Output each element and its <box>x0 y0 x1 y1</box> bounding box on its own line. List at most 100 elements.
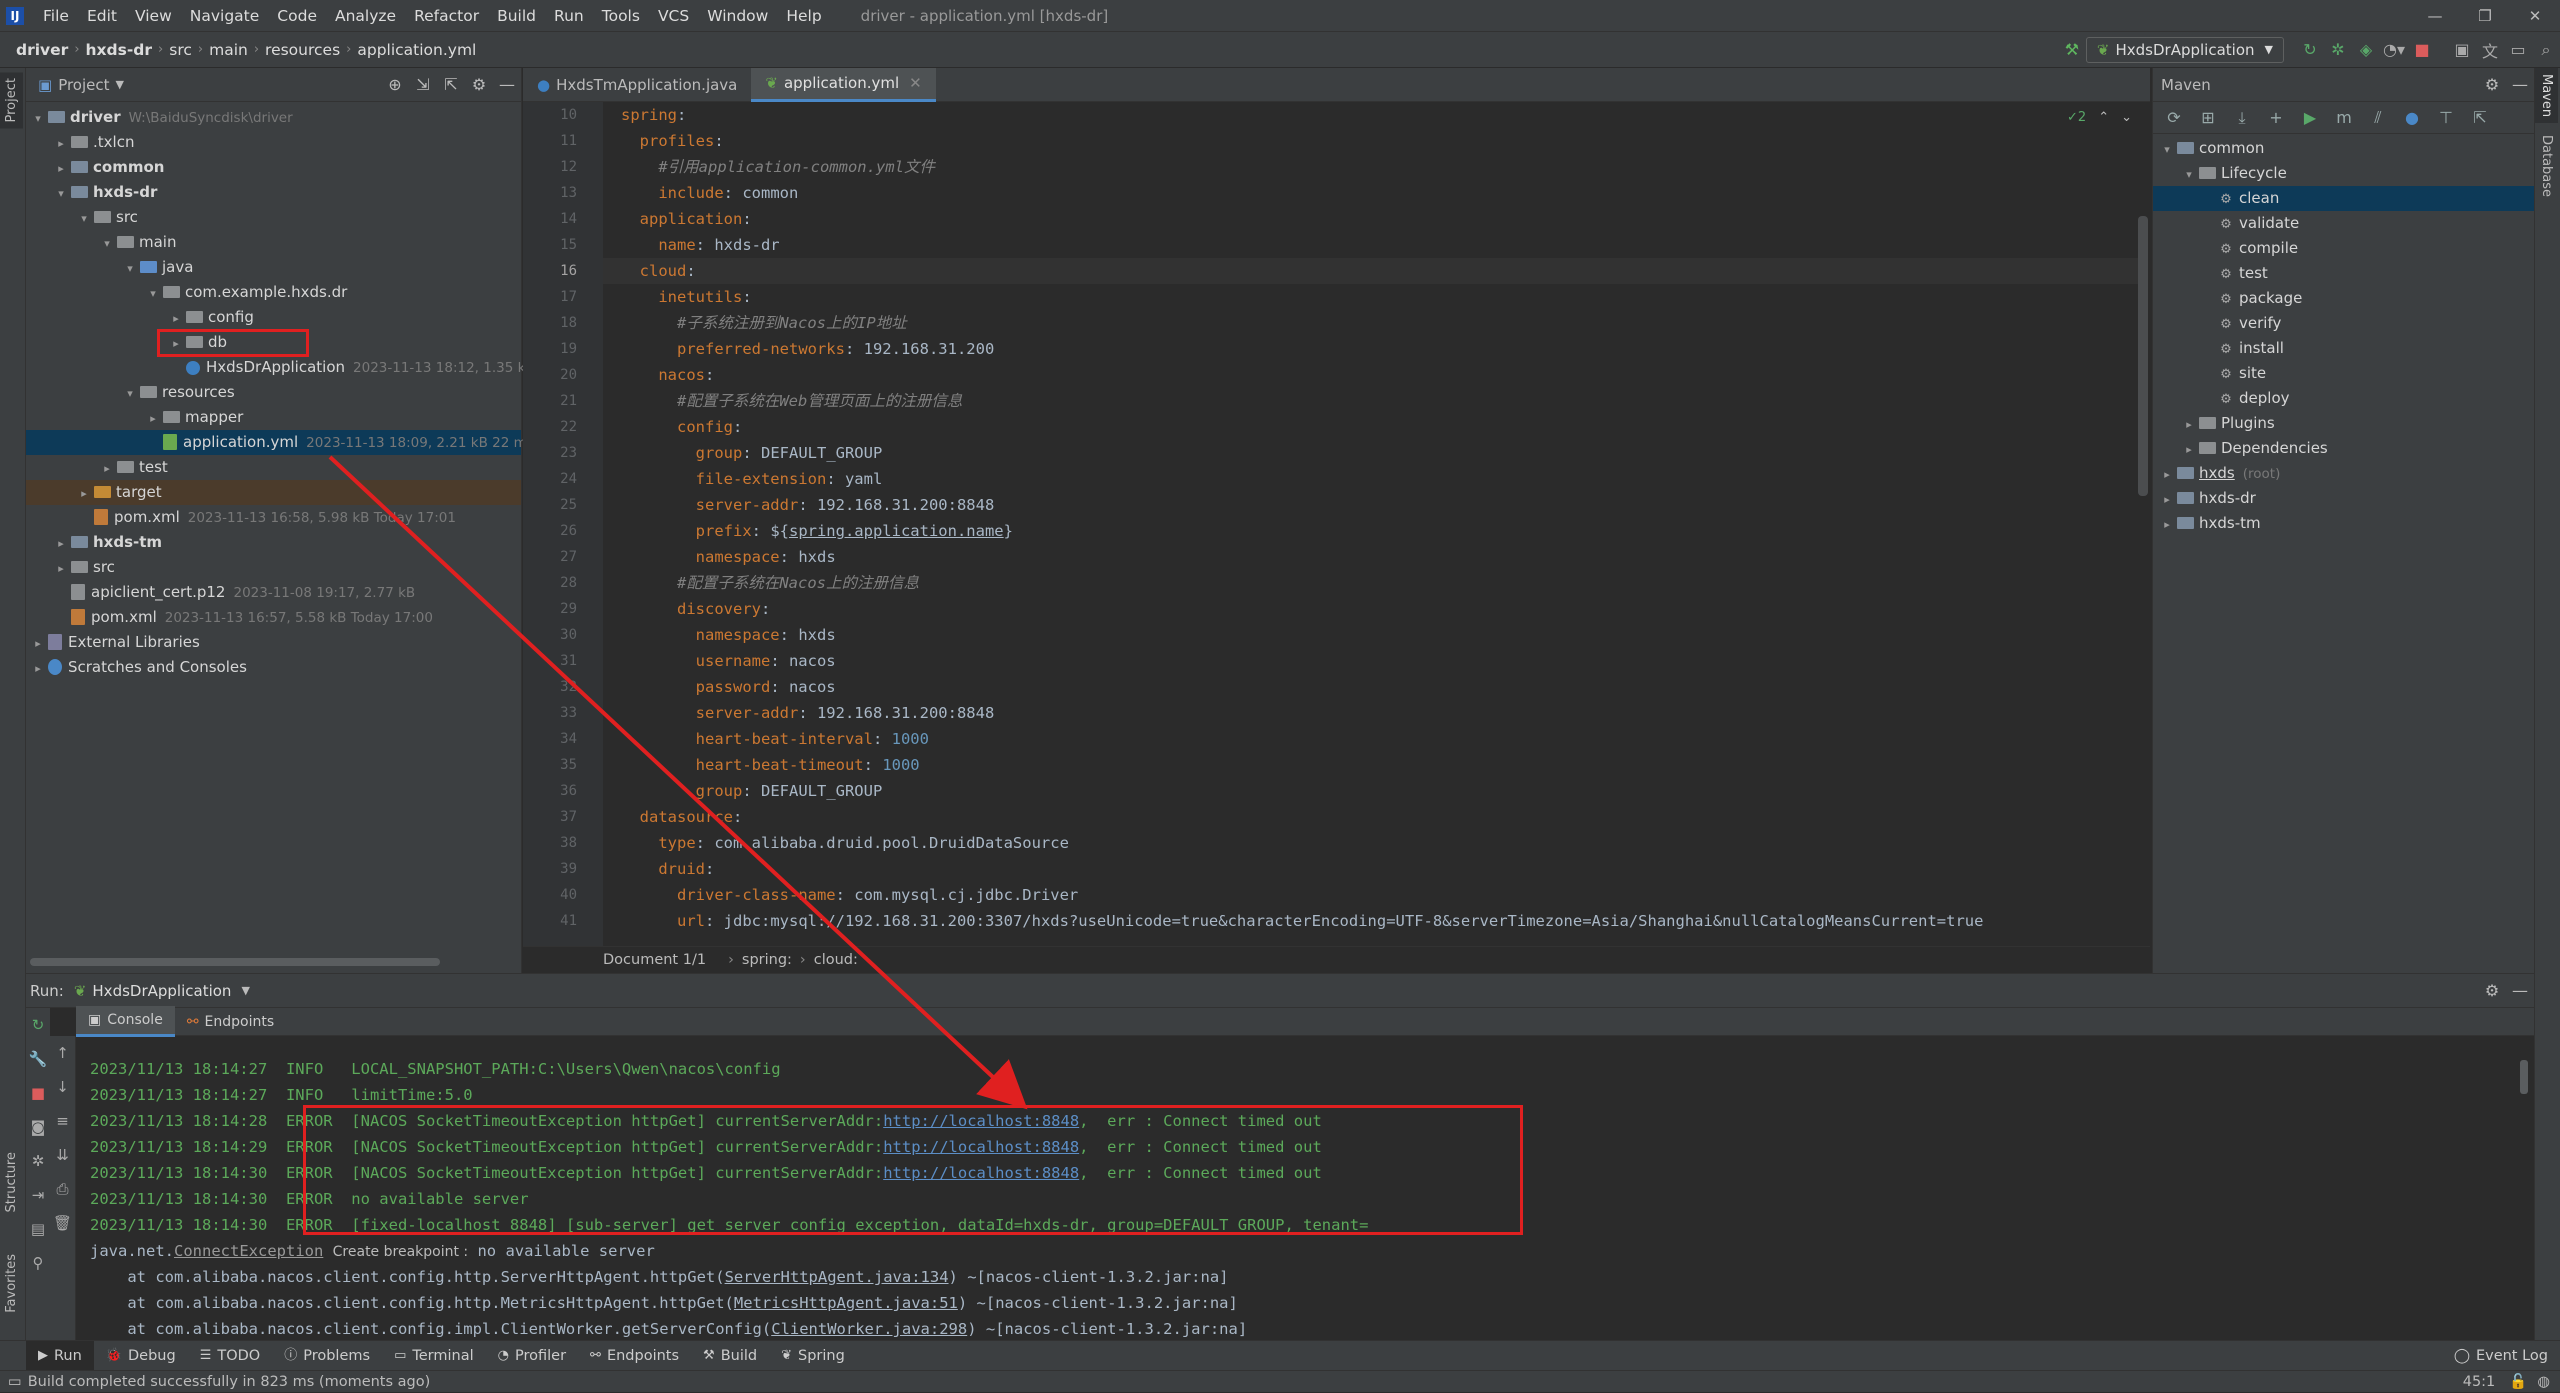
event-log-button[interactable]: ◯ Event Log <box>2442 1341 2560 1371</box>
breadcrumb-item[interactable]: hxds-dr <box>80 32 159 68</box>
tree-item[interactable]: ⚙ test <box>2153 261 2534 286</box>
code-line[interactable]: type: com.alibaba.druid.pool.DruidDataSo… <box>603 830 2143 856</box>
add-icon[interactable]: + <box>2259 108 2293 127</box>
rerun-icon[interactable]: ↻ <box>26 1008 50 1042</box>
hide-panel-icon[interactable]: — <box>2506 981 2534 1000</box>
code-line[interactable]: namespace: hxds <box>603 622 2143 648</box>
search-icon[interactable]: ⌕ <box>2532 40 2560 60</box>
wrench-icon[interactable]: 🔧 <box>26 1042 50 1076</box>
code-line[interactable]: heart-beat-interval: 1000 <box>603 726 2143 752</box>
settings-gear-icon[interactable]: ⚙ <box>465 75 493 94</box>
tree-expand-icon[interactable]: ▸ <box>145 406 161 431</box>
execute-goal-icon[interactable]: m <box>2327 108 2361 127</box>
tree-expand-icon[interactable]: ▾ <box>30 106 46 131</box>
tree-item[interactable]: ▸ .txlcn <box>26 130 521 155</box>
up-arrow-icon[interactable]: ↑ <box>50 1036 75 1070</box>
code-line[interactable]: application: <box>603 206 2143 232</box>
tree-item[interactable]: ⚙ deploy <box>2153 386 2534 411</box>
tree-item[interactable]: application.yml 2023-11-13 18:09, 2.21 kB… <box>26 430 539 455</box>
code-line[interactable]: heart-beat-timeout: 1000 <box>603 752 2143 778</box>
run-config-tab[interactable]: HxdsDrApplication <box>92 982 231 1000</box>
code-line[interactable]: #子系统注册到Nacos上的IP地址 <box>603 310 2143 336</box>
tree-item[interactable]: apiclient_cert.p12 2023-11-08 19:17, 2.77… <box>26 580 521 605</box>
bottom-tab-spring[interactable]: ❦ Spring <box>769 1341 857 1371</box>
project-horizontal-scrollbar[interactable] <box>30 958 440 966</box>
code-line[interactable]: profiles: <box>603 128 2143 154</box>
exception-link[interactable]: ConnectException <box>174 1242 323 1260</box>
code-line[interactable]: password: nacos <box>603 674 2143 700</box>
breadcrumb-item[interactable]: application.yml <box>351 32 482 68</box>
tree-expand-icon[interactable]: ▾ <box>145 281 161 306</box>
bottom-tab-terminal[interactable]: ▭ Terminal <box>382 1341 486 1371</box>
trash-icon[interactable]: 🗑 <box>50 1206 75 1240</box>
settings-gear-icon[interactable]: ⚙ <box>2478 75 2506 94</box>
code-line[interactable]: prefix: ${spring.application.name} <box>603 518 2143 544</box>
tree-expand-icon[interactable]: ▾ <box>122 381 138 406</box>
tree-item[interactable]: ▸ target <box>26 480 521 505</box>
tree-item[interactable]: ⚙ clean <box>2153 186 2534 211</box>
tree-item[interactable]: pom.xml 2023-11-13 16:57, 5.58 kB Today 1… <box>26 605 521 630</box>
reload-icon[interactable]: ⟳ <box>2157 108 2191 127</box>
database-tool-tab[interactable]: Database <box>2535 123 2558 209</box>
close-button[interactable]: ✕ <box>2510 0 2560 32</box>
bottom-tab-endpoints[interactable]: ⚯ Endpoints <box>578 1341 691 1371</box>
editor-vertical-scrollbar[interactable] <box>2138 216 2148 496</box>
bottom-tab-todo[interactable]: ☰ TODO <box>188 1341 273 1371</box>
layout-icon[interactable]: ▭ <box>2504 40 2532 59</box>
breakpoint-tooltip[interactable]: Create breakpoint : <box>333 1244 468 1260</box>
tree-item[interactable]: ▾ common <box>2153 136 2534 161</box>
expand-all-icon[interactable]: ⇲ <box>409 75 437 94</box>
rerun-icon[interactable]: ↻ <box>2296 40 2324 59</box>
code-line[interactable]: include: common <box>603 180 2143 206</box>
profile-icon[interactable]: ◔▾ <box>2380 40 2408 59</box>
menu-code[interactable]: Code <box>268 0 326 32</box>
add-folder-icon[interactable]: ⊞ <box>2191 108 2225 127</box>
code-line[interactable]: nacos: <box>603 362 2143 388</box>
code-line[interactable]: cloud: <box>603 258 2143 284</box>
chevron-down-icon[interactable]: ⌄ <box>2121 110 2132 125</box>
code-line[interactable]: url: jdbc:mysql://192.168.31.200:3307/hx… <box>603 908 2143 934</box>
tree-expand-icon[interactable]: ▸ <box>53 156 69 181</box>
chevron-down-icon[interactable]: ▼ <box>241 984 249 997</box>
code-line[interactable]: datasource: <box>603 804 2143 830</box>
coverage-icon[interactable]: ◈ <box>2352 40 2380 59</box>
stop-icon[interactable]: ■ <box>26 1076 50 1110</box>
tree-expand-icon[interactable]: ▾ <box>2181 162 2197 187</box>
skip-tests-icon[interactable]: ● <box>2395 108 2429 127</box>
tree-item[interactable]: ⚙ verify <box>2153 311 2534 336</box>
tree-item[interactable]: ▾ com.example.hxds.dr <box>26 280 521 305</box>
run-icon[interactable]: ▶ <box>2293 108 2327 127</box>
bottom-tab-run[interactable]: ▶ Run <box>26 1340 94 1371</box>
download-icon[interactable]: ⤓ <box>2225 108 2259 128</box>
minimize-button[interactable]: — <box>2410 0 2460 32</box>
tree-item[interactable]: ▸ mapper <box>26 405 521 430</box>
tree-expand-icon[interactable]: ▾ <box>2159 137 2175 162</box>
code-line[interactable]: name: hxds-dr <box>603 232 2143 258</box>
hide-panel-icon[interactable]: — <box>493 75 521 94</box>
tree-expand-icon[interactable]: ▸ <box>2181 412 2197 437</box>
inspection-widget[interactable]: ✓2 ⌃ ⌄ <box>2067 110 2132 125</box>
code-line[interactable]: druid: <box>603 856 2143 882</box>
editor-tab[interactable]: ❦ application.yml ✕ <box>751 67 936 102</box>
tree-expand-icon[interactable]: ▾ <box>99 231 115 256</box>
tree-item[interactable]: ▸ common <box>26 155 521 180</box>
locate-icon[interactable]: ⊕ <box>381 75 409 94</box>
bottom-tab-problems[interactable]: ⓘ Problems <box>272 1341 382 1371</box>
editor-breadcrumb-item[interactable]: spring: <box>742 947 792 974</box>
menu-file[interactable]: File <box>34 0 78 32</box>
tree-item[interactable]: ▸ src <box>26 555 521 580</box>
menu-help[interactable]: Help <box>777 0 830 32</box>
project-panel-title[interactable]: Project <box>58 76 109 94</box>
structure-tool-tab[interactable]: Structure <box>0 1146 23 1218</box>
menu-edit[interactable]: Edit <box>78 0 126 32</box>
tree-expand-icon[interactable]: ▸ <box>2181 437 2197 462</box>
console-scrollbar[interactable] <box>2520 1060 2528 1094</box>
hide-panel-icon[interactable]: — <box>2506 75 2534 94</box>
menu-navigate[interactable]: Navigate <box>181 0 269 32</box>
code-line[interactable]: server-addr: 192.168.31.200:8848 <box>603 700 2143 726</box>
menu-analyze[interactable]: Analyze <box>326 0 405 32</box>
tree-item[interactable]: ▸ Dependencies <box>2153 436 2534 461</box>
menu-view[interactable]: View <box>126 0 181 32</box>
tab-endpoints[interactable]: ⚯ Endpoints <box>175 1008 286 1036</box>
tree-item[interactable]: ▸ hxds-dr <box>2153 486 2534 511</box>
